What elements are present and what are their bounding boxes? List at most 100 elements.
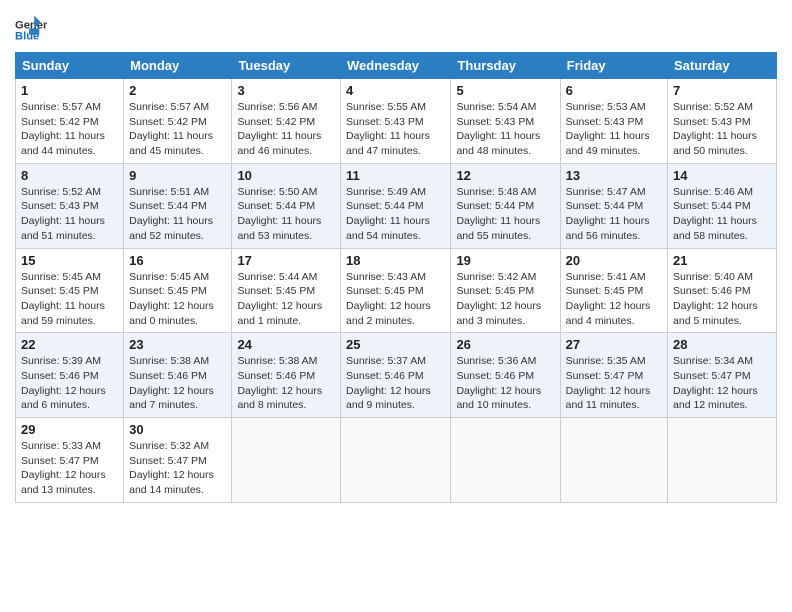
day-info: Sunrise: 5:52 AM Sunset: 5:43 PM Dayligh…	[21, 185, 118, 244]
day-info: Sunrise: 5:47 AM Sunset: 5:44 PM Dayligh…	[566, 185, 662, 244]
calendar-cell: 13 Sunrise: 5:47 AM Sunset: 5:44 PM Dayli…	[560, 163, 667, 248]
calendar-cell: 25 Sunrise: 5:37 AM Sunset: 5:46 PM Dayli…	[341, 333, 451, 418]
day-number: 8	[21, 168, 118, 183]
calendar-cell: 27 Sunrise: 5:35 AM Sunset: 5:47 PM Dayli…	[560, 333, 667, 418]
day-info: Sunrise: 5:48 AM Sunset: 5:44 PM Dayligh…	[456, 185, 554, 244]
day-info: Sunrise: 5:32 AM Sunset: 5:47 PM Dayligh…	[129, 439, 226, 498]
day-number: 4	[346, 83, 445, 98]
logo: General Blue	[15, 14, 51, 46]
calendar-cell: 26Sunrise: 5:36 AM Sunset: 5:46 PM Dayli…	[451, 333, 560, 418]
calendar-week-2: 8 Sunrise: 5:52 AM Sunset: 5:43 PM Daylig…	[16, 163, 777, 248]
day-info: Sunrise: 5:37 AM Sunset: 5:46 PM Dayligh…	[346, 354, 445, 413]
weekday-header-tuesday: Tuesday	[232, 53, 341, 79]
day-number: 13	[566, 168, 662, 183]
day-info: Sunrise: 5:55 AM Sunset: 5:43 PM Dayligh…	[346, 100, 445, 159]
calendar-cell: 7 Sunrise: 5:52 AM Sunset: 5:43 PM Daylig…	[668, 79, 777, 164]
calendar-cell: 14 Sunrise: 5:46 AM Sunset: 5:44 PM Dayli…	[668, 163, 777, 248]
day-number: 22	[21, 337, 118, 352]
calendar-cell: 21 Sunrise: 5:40 AM Sunset: 5:46 PM Dayli…	[668, 248, 777, 333]
calendar-cell: 9 Sunrise: 5:51 AM Sunset: 5:44 PM Daylig…	[124, 163, 232, 248]
day-info: Sunrise: 5:43 AM Sunset: 5:45 PM Dayligh…	[346, 270, 445, 329]
day-number: 12	[456, 168, 554, 183]
day-info: Sunrise: 5:34 AM Sunset: 5:47 PM Dayligh…	[673, 354, 771, 413]
day-info: Sunrise: 5:40 AM Sunset: 5:46 PM Dayligh…	[673, 270, 771, 329]
calendar-header-row: SundayMondayTuesdayWednesdayThursdayFrid…	[16, 53, 777, 79]
calendar-cell: 24 Sunrise: 5:38 AM Sunset: 5:46 PM Dayli…	[232, 333, 341, 418]
day-number: 29	[21, 422, 118, 437]
day-number: 15	[21, 253, 118, 268]
calendar-cell: 29Sunrise: 5:33 AM Sunset: 5:47 PM Dayli…	[16, 418, 124, 503]
calendar-cell	[451, 418, 560, 503]
logo-icon: General Blue	[15, 14, 47, 46]
calendar-cell: 6Sunrise: 5:53 AM Sunset: 5:43 PM Daylig…	[560, 79, 667, 164]
day-number: 18	[346, 253, 445, 268]
calendar-cell: 20Sunrise: 5:41 AM Sunset: 5:45 PM Dayli…	[560, 248, 667, 333]
day-info: Sunrise: 5:39 AM Sunset: 5:46 PM Dayligh…	[21, 354, 118, 413]
day-info: Sunrise: 5:57 AM Sunset: 5:42 PM Dayligh…	[21, 100, 118, 159]
calendar-week-4: 22 Sunrise: 5:39 AM Sunset: 5:46 PM Dayli…	[16, 333, 777, 418]
calendar-cell: 19 Sunrise: 5:42 AM Sunset: 5:45 PM Dayli…	[451, 248, 560, 333]
day-number: 25	[346, 337, 445, 352]
calendar-body: 1Sunrise: 5:57 AM Sunset: 5:42 PM Daylig…	[16, 79, 777, 503]
weekday-header-wednesday: Wednesday	[341, 53, 451, 79]
calendar-cell: 8 Sunrise: 5:52 AM Sunset: 5:43 PM Daylig…	[16, 163, 124, 248]
day-number: 10	[237, 168, 335, 183]
weekday-header-monday: Monday	[124, 53, 232, 79]
day-number: 24	[237, 337, 335, 352]
day-number: 21	[673, 253, 771, 268]
day-number: 17	[237, 253, 335, 268]
day-info: Sunrise: 5:42 AM Sunset: 5:45 PM Dayligh…	[456, 270, 554, 329]
day-info: Sunrise: 5:44 AM Sunset: 5:45 PM Dayligh…	[237, 270, 335, 329]
day-info: Sunrise: 5:50 AM Sunset: 5:44 PM Dayligh…	[237, 185, 335, 244]
day-info: Sunrise: 5:38 AM Sunset: 5:46 PM Dayligh…	[129, 354, 226, 413]
day-info: Sunrise: 5:52 AM Sunset: 5:43 PM Dayligh…	[673, 100, 771, 159]
calendar-cell: 30 Sunrise: 5:32 AM Sunset: 5:47 PM Dayli…	[124, 418, 232, 503]
day-number: 11	[346, 168, 445, 183]
calendar-cell: 16Sunrise: 5:45 AM Sunset: 5:45 PM Dayli…	[124, 248, 232, 333]
calendar-cell	[560, 418, 667, 503]
calendar-cell: 4 Sunrise: 5:55 AM Sunset: 5:43 PM Daylig…	[341, 79, 451, 164]
calendar-cell: 10 Sunrise: 5:50 AM Sunset: 5:44 PM Dayli…	[232, 163, 341, 248]
day-number: 30	[129, 422, 226, 437]
calendar-cell: 12 Sunrise: 5:48 AM Sunset: 5:44 PM Dayli…	[451, 163, 560, 248]
calendar-cell: 2Sunrise: 5:57 AM Sunset: 5:42 PM Daylig…	[124, 79, 232, 164]
day-number: 28	[673, 337, 771, 352]
day-number: 7	[673, 83, 771, 98]
day-number: 20	[566, 253, 662, 268]
day-number: 3	[237, 83, 335, 98]
day-info: Sunrise: 5:46 AM Sunset: 5:44 PM Dayligh…	[673, 185, 771, 244]
calendar-cell	[668, 418, 777, 503]
calendar-cell	[341, 418, 451, 503]
day-info: Sunrise: 5:49 AM Sunset: 5:44 PM Dayligh…	[346, 185, 445, 244]
day-info: Sunrise: 5:57 AM Sunset: 5:42 PM Dayligh…	[129, 100, 226, 159]
day-info: Sunrise: 5:45 AM Sunset: 5:45 PM Dayligh…	[129, 270, 226, 329]
calendar-cell: 23 Sunrise: 5:38 AM Sunset: 5:46 PM Dayli…	[124, 333, 232, 418]
day-number: 14	[673, 168, 771, 183]
calendar-cell: 5 Sunrise: 5:54 AM Sunset: 5:43 PM Daylig…	[451, 79, 560, 164]
day-number: 9	[129, 168, 226, 183]
day-info: Sunrise: 5:56 AM Sunset: 5:42 PM Dayligh…	[237, 100, 335, 159]
calendar-cell: 17 Sunrise: 5:44 AM Sunset: 5:45 PM Dayli…	[232, 248, 341, 333]
weekday-header-thursday: Thursday	[451, 53, 560, 79]
calendar-cell: 11 Sunrise: 5:49 AM Sunset: 5:44 PM Dayli…	[341, 163, 451, 248]
day-info: Sunrise: 5:54 AM Sunset: 5:43 PM Dayligh…	[456, 100, 554, 159]
weekday-header-sunday: Sunday	[16, 53, 124, 79]
day-info: Sunrise: 5:51 AM Sunset: 5:44 PM Dayligh…	[129, 185, 226, 244]
weekday-header-saturday: Saturday	[668, 53, 777, 79]
calendar-table: SundayMondayTuesdayWednesdayThursdayFrid…	[15, 52, 777, 503]
day-number: 26	[456, 337, 554, 352]
day-info: Sunrise: 5:38 AM Sunset: 5:46 PM Dayligh…	[237, 354, 335, 413]
day-info: Sunrise: 5:35 AM Sunset: 5:47 PM Dayligh…	[566, 354, 662, 413]
day-number: 27	[566, 337, 662, 352]
calendar-week-5: 29Sunrise: 5:33 AM Sunset: 5:47 PM Dayli…	[16, 418, 777, 503]
day-info: Sunrise: 5:53 AM Sunset: 5:43 PM Dayligh…	[566, 100, 662, 159]
day-number: 23	[129, 337, 226, 352]
day-info: Sunrise: 5:45 AM Sunset: 5:45 PM Dayligh…	[21, 270, 118, 329]
weekday-header-friday: Friday	[560, 53, 667, 79]
calendar-cell: 15 Sunrise: 5:45 AM Sunset: 5:45 PM Dayli…	[16, 248, 124, 333]
calendar-week-1: 1Sunrise: 5:57 AM Sunset: 5:42 PM Daylig…	[16, 79, 777, 164]
day-number: 5	[456, 83, 554, 98]
calendar-cell: 1Sunrise: 5:57 AM Sunset: 5:42 PM Daylig…	[16, 79, 124, 164]
day-number: 19	[456, 253, 554, 268]
calendar-week-3: 15 Sunrise: 5:45 AM Sunset: 5:45 PM Dayli…	[16, 248, 777, 333]
